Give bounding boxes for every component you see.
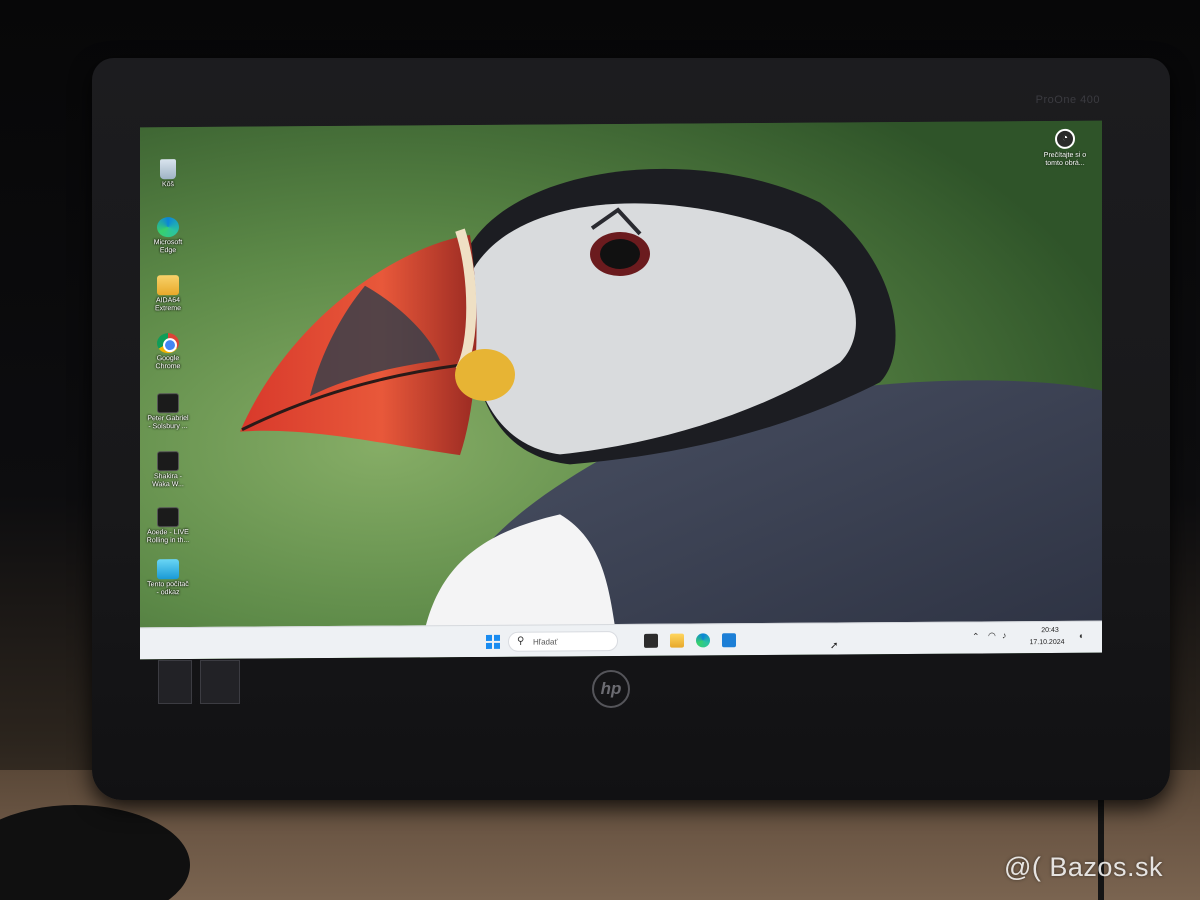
video-file-icon [157,393,179,414]
desktop-icon-recycle-bin[interactable]: Kôš [146,159,190,189]
search-icon: ⚲ [517,635,525,647]
energy-star-sticker [200,660,240,704]
watermark: @( Bazos.sk [1004,852,1163,882]
mouse-cursor-icon: ➚ [830,640,839,652]
hp-logo: hp [592,670,630,708]
camera-lens-icon: ◔ [1055,128,1075,149]
edge-icon[interactable] [696,633,710,648]
puffin-eye [600,239,640,270]
model-label: ProOne 400 [1035,94,1100,106]
mouth-rosette [455,348,515,401]
spotlight-learn-more[interactable]: ◔ Prečítajte si o tomto obrá... [1036,128,1094,168]
search-placeholder: Hľadať [533,637,558,647]
power-cable [1098,790,1104,900]
folder-icon [157,275,179,296]
clock-time[interactable]: 20:43 [1030,627,1070,634]
photo-scene: ProOne 400 hp Kôš Microsoft Edge AIDA64 … [0,0,1200,900]
desktop-icon-peter-gabriel[interactable]: Peter Gabriel - Solsbury ... [146,393,190,431]
desktop-icon-google-chrome[interactable]: Google Chrome [146,333,190,371]
desktop-icon-this-pc[interactable]: Tento počítač - odkaz [146,559,190,597]
clock-date[interactable]: 17.10.2024 [1022,639,1072,646]
search-input[interactable]: ⚲ Hľadať [508,631,618,652]
intel-sticker [158,660,192,704]
chevron-up-icon[interactable]: ⌃ [972,631,980,642]
desktop-icon-microsoft-edge[interactable]: Microsoft Edge [146,217,190,255]
puffin-wallpaper [140,120,1102,660]
edge-icon [157,217,179,238]
recycle-bin-icon [160,159,176,180]
windows-start-icon[interactable] [486,634,500,649]
video-file-icon [157,451,179,472]
chrome-icon [157,333,179,354]
video-file-icon [157,507,179,528]
desktop-icon-shakira[interactable]: Shakira - Waka W... [146,451,190,489]
desktop-screen: Kôš Microsoft Edge AIDA64 Extreme Google… [140,120,1102,660]
notification-bell-icon[interactable]: ◖ [1078,631,1083,641]
wifi-icon[interactable]: ◠ [988,630,996,641]
volume-icon[interactable]: ♪ [1002,630,1007,640]
taskbar: ⚲ Hľadať ⌃ ◠ ♪ 20:43 17.10.2024 ◖ [140,620,1102,660]
store-icon[interactable] [722,633,736,648]
desktop-icon-aida64[interactable]: AIDA64 Extreme [146,275,190,313]
task-view-icon[interactable] [644,633,658,648]
pc-icon [157,559,179,580]
desktop-icon-aoede[interactable]: Aoede - LIVE Rolling in th... [146,507,190,545]
file-explorer-icon[interactable] [670,633,684,648]
